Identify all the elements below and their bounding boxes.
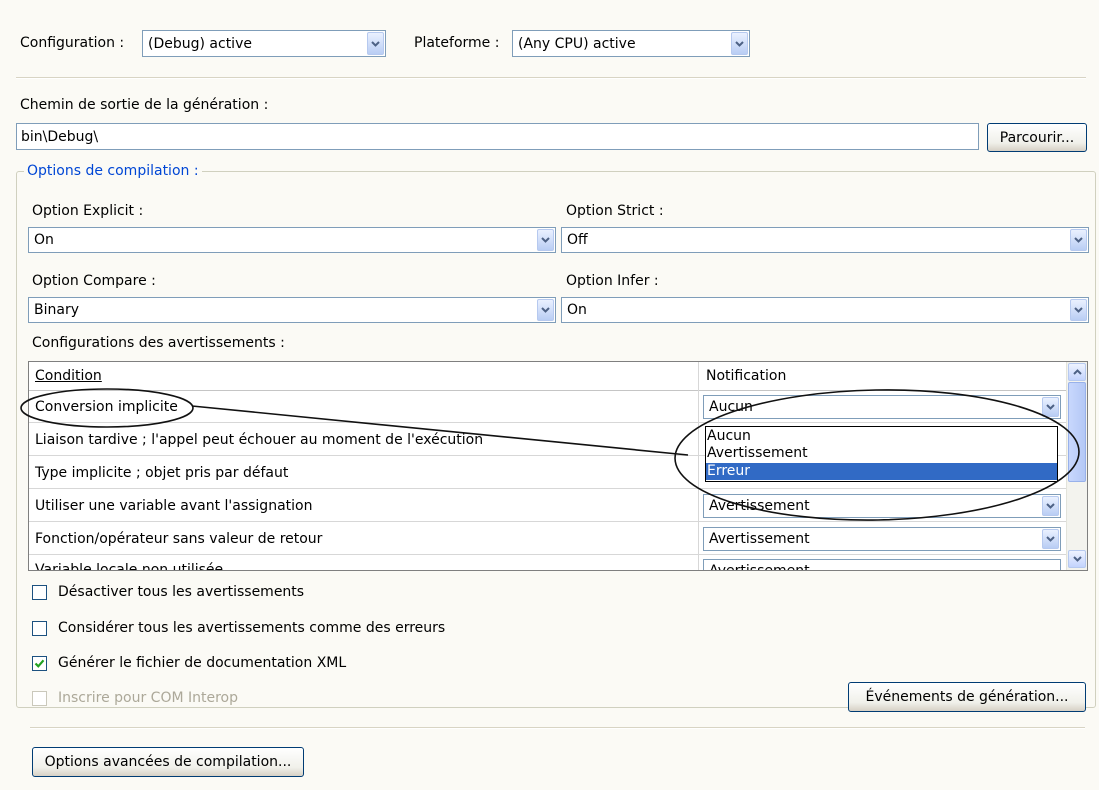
scroll-down-button[interactable] — [1068, 550, 1086, 568]
option-compare-value: Binary — [34, 302, 79, 318]
dropdown-option[interactable]: Aucun — [706, 428, 1057, 445]
column-header-condition[interactable]: Condition — [35, 367, 102, 385]
dropdown-option[interactable]: Avertissement — [706, 445, 1057, 462]
option-infer-label: Option Infer : — [566, 273, 659, 289]
row-condition: Conversion implicite — [35, 399, 178, 415]
row-notification-select[interactable]: Aucun — [703, 395, 1061, 419]
row-notification-value: Avertissement — [709, 563, 810, 571]
checkmark-icon — [34, 659, 45, 668]
option-explicit-value: On — [34, 232, 54, 248]
warnings-as-errors-checkbox[interactable] — [32, 621, 47, 636]
row-condition: Type implicite ; objet pris par défaut — [35, 465, 289, 481]
chevron-down-icon[interactable] — [537, 229, 554, 251]
separator — [16, 77, 1086, 79]
table-row[interactable]: Utiliser une variable avant l'assignatio… — [29, 491, 1067, 522]
table-row[interactable]: Variable locale non utilisée Avertisseme… — [29, 557, 1067, 571]
option-strict-select[interactable]: Off — [561, 227, 1089, 253]
column-header-notification[interactable]: Notification — [706, 367, 786, 385]
chevron-down-icon[interactable] — [367, 32, 384, 55]
disable-warnings-checkbox[interactable] — [32, 585, 47, 600]
row-condition: Variable locale non utilisée — [35, 562, 224, 571]
output-path-input[interactable] — [17, 124, 978, 149]
output-path-field[interactable] — [16, 123, 979, 150]
row-condition: Fonction/opérateur sans valeur de retour — [35, 531, 323, 547]
option-infer-select[interactable]: On — [561, 297, 1089, 323]
platform-label: Plateforme : — [414, 35, 500, 51]
generate-xml-doc-label[interactable]: Générer le fichier de documentation XML — [58, 654, 346, 672]
row-notification-value: Avertissement — [709, 498, 810, 514]
build-events-button[interactable]: Événements de génération... — [848, 682, 1086, 712]
option-compare-label: Option Compare : — [32, 273, 156, 289]
configuration-value: (Debug) active — [148, 35, 252, 52]
option-infer-value: On — [567, 302, 587, 318]
chevron-down-icon[interactable] — [1070, 229, 1087, 251]
separator — [30, 727, 1085, 729]
row-notification-select[interactable]: Avertissement — [703, 527, 1061, 551]
row-notification-select[interactable]: Avertissement — [703, 559, 1061, 571]
warnings-config-label: Configurations des avertissements : — [32, 335, 285, 351]
row-condition: Liaison tardive ; l'appel peut échouer a… — [35, 432, 484, 448]
scroll-thumb[interactable] — [1068, 382, 1086, 482]
grid-header: Condition Notification — [29, 362, 1067, 391]
warnings-as-errors-label[interactable]: Considérer tous les avertissements comme… — [58, 619, 445, 637]
row-condition: Utiliser une variable avant l'assignatio… — [35, 498, 313, 514]
platform-value: (Any CPU) active — [518, 35, 636, 52]
row-notification-value: Aucun — [709, 399, 753, 415]
option-strict-label: Option Strict : — [566, 203, 664, 219]
option-explicit-select[interactable]: On — [28, 227, 556, 253]
output-path-label: Chemin de sortie de la génération : — [20, 97, 269, 113]
option-strict-value: Off — [567, 232, 588, 248]
register-com-interop-label: Inscrire pour COM Interop — [58, 690, 239, 706]
generate-xml-doc-checkbox[interactable] — [32, 656, 47, 671]
register-com-interop-checkbox — [32, 691, 47, 706]
configuration-select[interactable]: (Debug) active — [142, 30, 386, 57]
platform-select[interactable]: (Any CPU) active — [512, 30, 750, 57]
grid-vertical-scrollbar[interactable] — [1066, 362, 1087, 570]
chevron-down-icon[interactable] — [1042, 496, 1059, 516]
row-notification-value: Avertissement — [709, 531, 810, 547]
chevron-up-icon — [1072, 369, 1082, 375]
table-row[interactable]: Fonction/opérateur sans valeur de retour… — [29, 524, 1067, 555]
chevron-down-icon[interactable] — [731, 32, 748, 55]
chevron-down-icon[interactable] — [1042, 529, 1059, 549]
scroll-up-button[interactable] — [1068, 363, 1086, 381]
chevron-down-icon[interactable] — [1042, 397, 1059, 417]
configuration-label: Configuration : — [20, 35, 125, 51]
disable-warnings-label[interactable]: Désactiver tous les avertissements — [58, 583, 304, 601]
chevron-down-icon[interactable] — [537, 299, 554, 321]
notification-dropdown-list: Aucun Avertissement Erreur — [705, 426, 1058, 482]
advanced-compile-options-button[interactable]: Options avancées de compilation... — [32, 747, 304, 777]
browse-button[interactable]: Parcourir... — [987, 123, 1087, 152]
dropdown-option-selected[interactable]: Erreur — [706, 463, 1057, 480]
option-explicit-label: Option Explicit : — [32, 203, 144, 219]
chevron-down-icon[interactable] — [1070, 299, 1087, 321]
table-row[interactable]: Conversion implicite Aucun — [29, 392, 1067, 423]
compile-options-title: Options de compilation : — [24, 162, 202, 180]
option-compare-select[interactable]: Binary — [28, 297, 556, 323]
row-notification-select[interactable]: Avertissement — [703, 494, 1061, 518]
chevron-down-icon — [1072, 556, 1082, 562]
